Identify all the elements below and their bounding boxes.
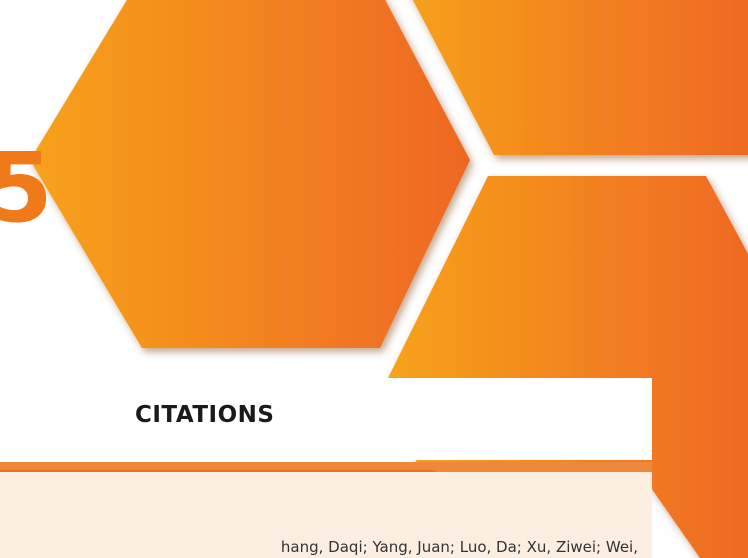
citations-header — [0, 378, 652, 460]
brand-glyph: 5 — [0, 132, 53, 244]
citation-entry[interactable]: hang, Daqi; Yang, Juan; Luo, Da; Xu, Ziw… — [0, 538, 652, 558]
citation-authors: hang, Daqi; Yang, Juan; Luo, Da; Xu, Ziw… — [280, 538, 638, 556]
citations-title: CITATIONS — [135, 402, 275, 428]
hexagon-left — [30, 0, 470, 348]
decorative-banner: 5 CITATIONS hang, Daqi; Yang, Juan; Luo,… — [0, 0, 748, 558]
